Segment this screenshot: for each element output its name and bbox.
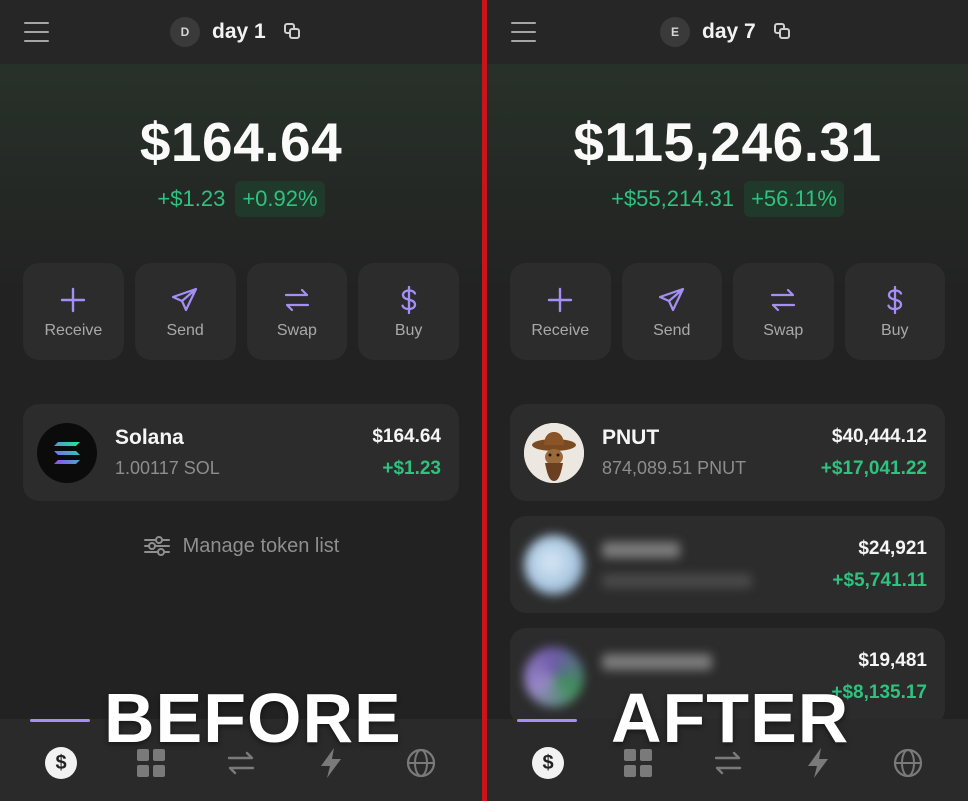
account-name: day 7 [702,20,756,43]
menu-icon[interactable] [511,22,536,42]
swap-button[interactable]: Swap [246,263,348,360]
swap-label: Swap [763,321,804,339]
token-change: +$17,041.22 [820,458,927,479]
solana-logo [37,423,97,483]
hidden-token-logo [524,535,584,595]
hidden-token-name [602,654,712,670]
after-panel: E day 7 $115,246.31 +$55,214.31 +56.11% … [487,0,968,801]
top-bar: E day 7 [487,0,968,64]
token-row-solana[interactable]: Solana 1.00117 SOL $164.64 +$1.23 [23,404,459,501]
menu-icon[interactable] [24,22,49,42]
account-avatar: D [170,17,200,47]
hidden-token-amount [602,574,752,588]
manage-label: Manage token list [182,534,340,557]
swap-icon [284,288,309,311]
buy-button[interactable]: Buy [844,263,945,360]
token-value: $164.64 [372,426,441,447]
send-icon [658,287,684,311]
nav-dollar-icon[interactable]: $ [44,746,78,780]
change-percent: +56.11% [744,181,844,217]
swap-icon [771,288,796,311]
balance-change: +$55,214.31 +56.11% [487,181,968,217]
token-name: PNUT [602,426,660,449]
account-avatar: E [660,17,690,47]
action-buttons: Receive Send Swap Buy [23,263,459,360]
token-amount: 1.00117 SOL [115,458,220,478]
send-icon [172,287,198,311]
token-row-pnut[interactable]: PNUT 874,089.51 PNUT $40,444.12 +$17,041… [510,404,945,501]
change-amount: +$1.23 [157,186,226,211]
change-amount: +$55,214.31 [611,186,735,211]
copy-icon[interactable] [283,23,302,41]
dollar-icon [887,285,902,314]
total-balance: $164.64 [139,111,343,173]
after-overlay-text: AFTER [611,679,850,757]
total-balance: $115,246.31 [573,111,882,173]
before-panel: D day 1 $164.64 +$1.23 +0.92% Receive Se… [0,0,482,801]
pnut-logo [524,423,584,483]
account-name: day 1 [212,20,266,43]
send-button[interactable]: Send [134,263,236,360]
balance-change: +$1.23 +0.92% [0,181,482,217]
sliders-icon [143,536,170,556]
receive-button[interactable]: Receive [23,263,124,360]
buy-button[interactable]: Buy [358,263,459,360]
token-row-hidden-1[interactable]: $24,921 +$5,741.11 [510,516,945,613]
token-amount: 874,089.51 PNUT [602,458,747,478]
nav-dollar-icon[interactable]: $ [531,746,565,780]
token-change: +$1.23 [382,458,441,479]
receive-label: Receive [44,321,103,339]
receive-label: Receive [531,321,590,339]
token-value: $19,481 [858,650,927,671]
hidden-token-name [602,542,680,558]
swap-label: Swap [276,321,317,339]
nav-globe-icon[interactable] [891,746,925,780]
send-label: Send [653,321,691,339]
token-change: +$5,741.11 [832,570,927,591]
send-button[interactable]: Send [621,263,722,360]
manage-token-list-button[interactable]: Manage token list [0,534,482,558]
active-tab-indicator [517,719,577,722]
hidden-token-logo [524,647,584,707]
nav-globe-icon[interactable] [404,746,438,780]
before-overlay-text: BEFORE [104,679,402,757]
plus-icon [61,287,86,312]
active-tab-indicator [30,719,90,722]
account-switcher[interactable]: D day 1 [170,17,302,47]
plus-icon [548,287,573,312]
top-bar: D day 1 [0,0,482,64]
token-name: Solana [115,426,184,449]
buy-label: Buy [394,321,423,339]
action-buttons: Receive Send Swap Buy [510,263,945,360]
token-value: $24,921 [858,538,927,559]
dollar-icon [400,285,416,314]
swap-button[interactable]: Swap [733,263,834,360]
receive-button[interactable]: Receive [510,263,611,360]
account-switcher[interactable]: E day 7 [660,17,792,47]
send-label: Send [166,321,204,339]
copy-icon[interactable] [773,23,792,41]
change-percent: +0.92% [235,181,325,217]
token-value: $40,444.12 [831,426,927,447]
buy-label: Buy [880,321,909,339]
